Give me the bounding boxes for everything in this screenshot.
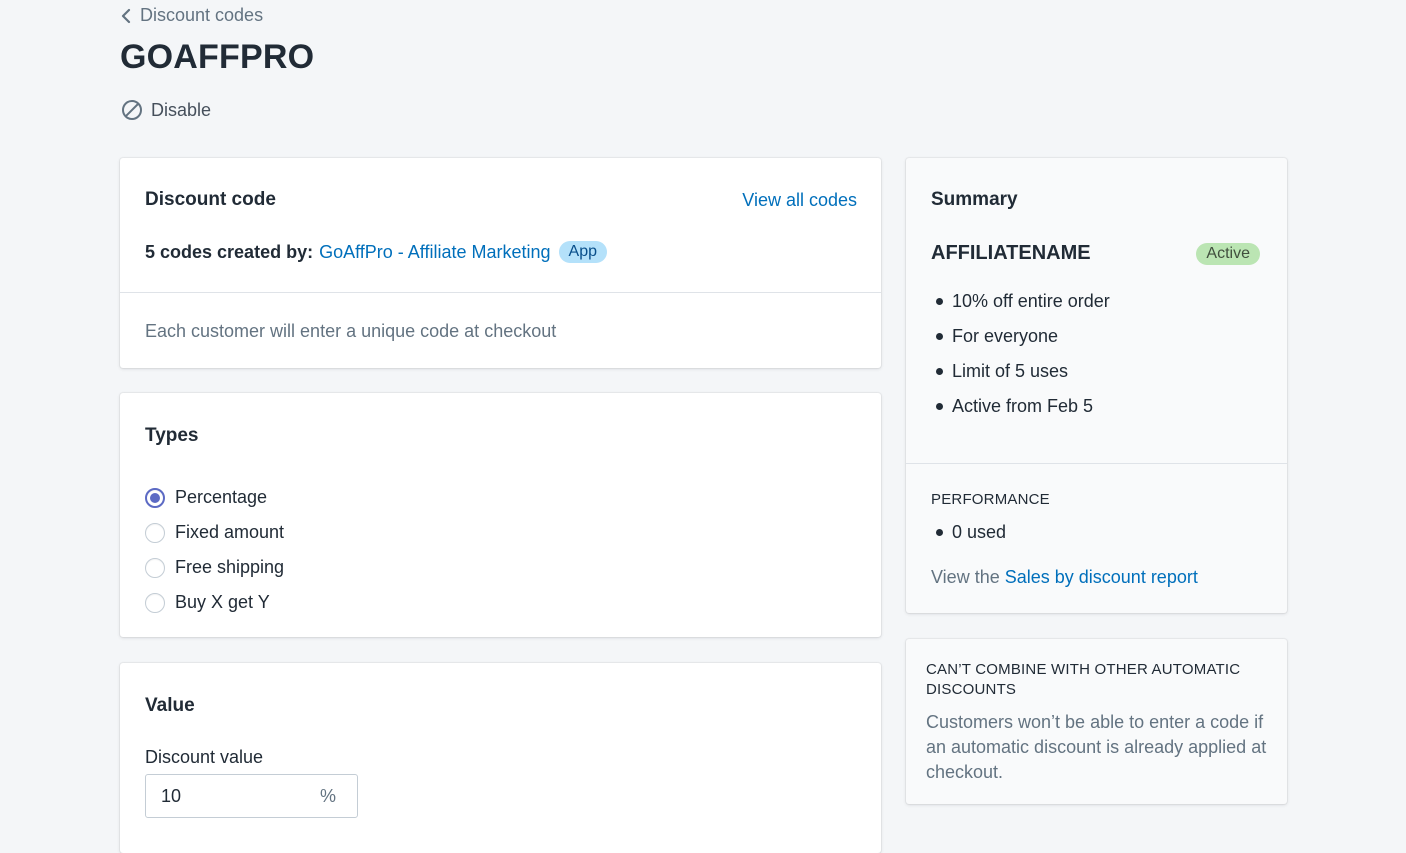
performance-heading: PERFORMANCE [931,491,1050,508]
disable-label: Disable [151,99,212,120]
chevron-left-icon [121,8,131,23]
percent-suffix: % [320,785,337,806]
discount-value-field: % [145,774,358,818]
list-item: For everyone [936,319,1110,354]
radio-button[interactable] [145,557,165,578]
breadcrumb-label: Discount codes [140,5,264,25]
list-item: Active from Feb 5 [936,389,1110,424]
type-option-percentage[interactable]: Percentage [145,480,284,515]
discount-value-label: Discount value [145,747,264,767]
created-by-row: 5 codes created by: GoAffPro - Affiliate… [145,241,607,263]
summary-card: Summary AFFILIATENAME Active 10% off ent… [906,158,1287,613]
type-option-fixed-amount[interactable]: Fixed amount [145,515,284,550]
radio-button[interactable] [145,487,165,508]
summary-heading: Summary [931,189,1018,210]
summary-code-name: AFFILIATENAME [931,242,1091,264]
app-name-link[interactable]: GoAffPro - Affiliate Marketing [319,242,550,263]
discount-value-input[interactable] [146,785,316,807]
type-option-free-shipping[interactable]: Free shipping [145,550,284,585]
list-item: 10% off entire order [936,284,1110,319]
app-badge: App [558,241,607,263]
types-card: Types Percentage Fixed amount Free shipp… [120,393,881,637]
divider [906,463,1287,464]
breadcrumb-back-link[interactable]: Discount codes [120,5,263,26]
radio-button[interactable] [145,522,165,543]
circle-slash-icon [122,100,142,120]
sales-report-link[interactable]: Sales by discount report [1005,567,1198,587]
performance-list: 0 used [936,515,1006,550]
report-prefix: View the [931,567,1000,587]
radio-label: Percentage [175,487,268,507]
page-title: GOAFFPRO [120,38,315,76]
radio-label: Fixed amount [175,522,285,542]
combine-info-card: CAN’T COMBINE WITH OTHER AUTOMATIC DISCO… [906,639,1287,804]
types-heading: Types [145,425,199,446]
list-item: 0 used [936,515,1006,550]
view-all-codes-link[interactable]: View all codes [742,190,857,211]
type-radio-group: Percentage Fixed amount Free shipping Bu… [145,480,284,620]
combine-heading: CAN’T COMBINE WITH OTHER AUTOMATIC DISCO… [926,661,1241,698]
summary-details-list: 10% off entire order For everyone Limit … [936,284,1110,424]
type-option-buy-x-get-y[interactable]: Buy X get Y [145,585,284,620]
radio-label: Free shipping [175,557,285,577]
value-heading: Value [145,695,195,716]
created-by-prefix: 5 codes created by: [145,241,314,262]
status-badge: Active [1196,242,1260,265]
discount-code-heading: Discount code [145,189,276,210]
report-line: View the Sales by discount report [931,567,1198,588]
unique-code-note: Each customer will enter a unique code a… [145,321,557,341]
list-item: Limit of 5 uses [936,354,1110,389]
radio-label: Buy X get Y [175,592,270,612]
discount-code-card: Discount code View all codes 5 codes cre… [120,158,881,368]
divider [120,292,881,293]
disable-button[interactable]: Disable [121,99,211,121]
value-card: Value Discount value % [120,663,881,853]
combine-body: Customers won’t be able to enter a code … [926,712,1267,782]
radio-button[interactable] [145,592,165,613]
